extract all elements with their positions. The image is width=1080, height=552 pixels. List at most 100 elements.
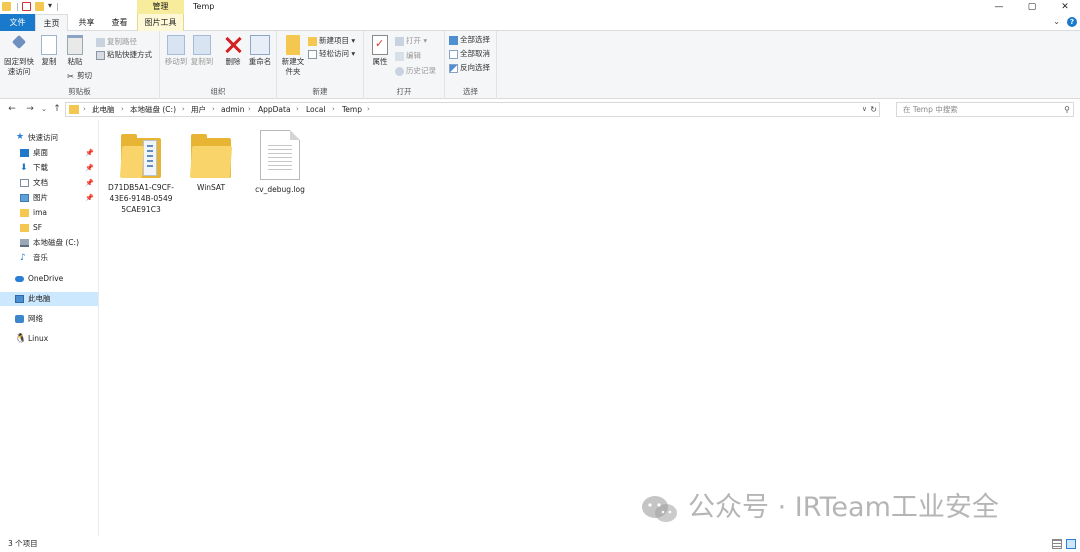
new-group: 新建文件夹 新建项目 ▾ 轻松访问 ▾ 新建 [277,31,364,99]
tab-file[interactable]: 文件 [0,14,35,31]
group-label-new: 新建 [312,87,328,96]
customize-quick-access-icon[interactable]: ▾ [48,1,52,10]
breadcrumb-item[interactable]: 此电脑 [92,103,115,116]
item-count: 3 个项目 [8,539,38,548]
sidebar-item-local-disk[interactable]: 本地磁盘 (C:) [0,236,98,250]
minimize-button[interactable]: — [984,0,1014,14]
copy-to-icon [193,35,211,55]
tab-view[interactable]: 查看 [103,14,136,31]
tab-share[interactable]: 共享 [70,14,103,31]
sidebar-item-pictures[interactable]: 图片 📌 [0,191,98,205]
address-field[interactable]: › 此电脑 › 本地磁盘 (C:) › 用户 › admin › AppData… [65,102,880,117]
copy-button[interactable]: 复制 [38,35,60,67]
open-button[interactable]: 打开 ▾ [395,35,427,47]
sidebar-item-desktop[interactable]: 桌面 📌 [0,146,98,160]
new-folder-label: 新建文件夹 [281,57,305,76]
sidebar-item-music[interactable]: ♪ 音乐 [0,251,98,265]
up-button[interactable]: ↑ [51,102,63,116]
copy-path-icon [96,37,105,47]
delete-button[interactable]: 删除 [222,35,244,67]
sidebar-item-sf[interactable]: SF [0,221,98,235]
edit-button[interactable]: 编辑 [395,50,421,62]
delete-label: 删除 [225,57,241,66]
sidebar-item-network[interactable]: 网络 [0,312,98,326]
new-folder-button[interactable]: 新建文件夹 [281,35,305,77]
breadcrumb-item[interactable]: AppData [258,103,291,116]
copy-to-button[interactable]: 复制到 [190,35,214,67]
pin-icon: 📌 [85,149,94,157]
easy-access-button[interactable]: 轻松访问 ▾ [308,48,355,60]
breadcrumb-item[interactable]: Local [306,103,325,116]
help-icon[interactable]: ? [1067,17,1077,27]
file-name: D71DB5A1-C9CF-43E6-914B-05495CAE91C3 [108,183,174,214]
toolbar-divider [57,3,58,11]
file-item-winsat[interactable]: WinSAT [178,128,244,193]
pin-to-quick-access-button[interactable]: 固定到快速访问 [3,35,35,77]
tab-home[interactable]: 主页 [35,14,68,32]
file-name: WinSAT [196,183,226,192]
text-file-icon [260,130,300,180]
new-item-button[interactable]: 新建项目 ▾ [308,35,355,47]
close-button[interactable]: ✕ [1050,0,1080,14]
history-button[interactable]: 历史记录 [395,65,436,77]
window-title: Temp [193,2,215,11]
select-all-button[interactable]: 全部选择 [449,34,490,46]
invert-selection-button[interactable]: 反向选择 [449,62,490,74]
sidebar-item-label: Linux [28,334,49,343]
move-to-button[interactable]: 移动到 [164,35,188,67]
sidebar-item-quick-access[interactable]: ★ 快速访问 [0,131,98,145]
toolbar-divider [17,3,18,11]
move-to-label: 移动到 [164,57,188,66]
recent-locations-button[interactable]: ⌄ [38,102,50,116]
sidebar-item-onedrive[interactable]: OneDrive [0,272,98,286]
sidebar-item-ima[interactable]: ima [0,206,98,220]
maximize-button[interactable]: ▢ [1017,0,1047,14]
back-button[interactable]: ← [6,102,18,116]
pin-label: 固定到快速访问 [4,57,34,76]
sidebar-item-linux[interactable]: 🐧 Linux [0,332,98,346]
breadcrumb-item[interactable]: 用户 [191,103,206,116]
properties-quick-icon[interactable] [22,2,31,11]
sidebar-item-documents[interactable]: 文档 📌 [0,176,98,190]
search-icon[interactable]: ⚲ [1064,103,1070,116]
document-icon [20,179,29,187]
sidebar-item-label: 音乐 [33,253,48,262]
cut-button[interactable]: ✂ 剪切 [66,70,92,82]
paste-label: 粘贴 [67,57,83,66]
select-group: 全部选择 全部取消 反向选择 选择 [445,31,497,99]
breadcrumb-separator-icon: › [296,105,299,113]
rename-button[interactable]: 重命名 [247,35,273,67]
file-item-cv-debug-log[interactable]: cv_debug.log [247,128,313,195]
group-label-clipboard: 剪贴板 [68,87,91,96]
edit-icon [395,51,404,61]
details-view-icon[interactable] [1052,539,1062,549]
file-item-folder-guid[interactable]: D71DB5A1-C9CF-43E6-914B-05495CAE91C3 [108,128,174,215]
sidebar-item-this-pc[interactable]: 此电脑 [0,292,98,306]
folder-icon[interactable] [2,2,11,11]
forward-button[interactable]: → [24,102,36,116]
breadcrumb-item[interactable]: 本地磁盘 (C:) [130,103,176,116]
paste-shortcut-button[interactable]: 粘贴快捷方式 [96,49,152,61]
search-input[interactable]: 在 Temp 中搜索 ⚲ [896,102,1074,117]
new-folder-quick-icon[interactable] [35,2,44,11]
folder-icon [20,209,29,217]
sidebar-item-downloads[interactable]: ⬇ 下载 📌 [0,161,98,175]
new-item-label: 新建项目 ▾ [319,36,356,45]
tab-picture-tools[interactable]: 图片工具 [137,14,184,31]
breadcrumb-item[interactable]: admin [221,103,245,116]
paste-button[interactable]: 粘贴 [64,35,86,67]
properties-button[interactable]: 属性 [369,35,391,67]
select-none-button[interactable]: 全部取消 [449,48,490,60]
file-list-view[interactable]: D71DB5A1-C9CF-43E6-914B-05495CAE91C3 Win… [100,120,1080,536]
large-icons-view-icon[interactable] [1066,539,1076,549]
copy-path-button[interactable]: 复制路径 [96,36,137,48]
ribbon-tab-strip: 文件 主页 共享 查看 图片工具 ⌄ ? [0,14,1080,32]
chevron-down-icon[interactable]: ⌄ [1053,17,1060,26]
select-all-label: 全部选择 [460,35,490,44]
scissors-icon: ✂ [67,71,74,81]
invert-selection-icon [449,63,458,73]
chevron-down-icon[interactable]: ∨ [862,103,867,116]
refresh-icon[interactable]: ↻ [870,103,877,116]
paste-icon [67,35,83,55]
breadcrumb-item[interactable]: Temp [342,103,362,116]
